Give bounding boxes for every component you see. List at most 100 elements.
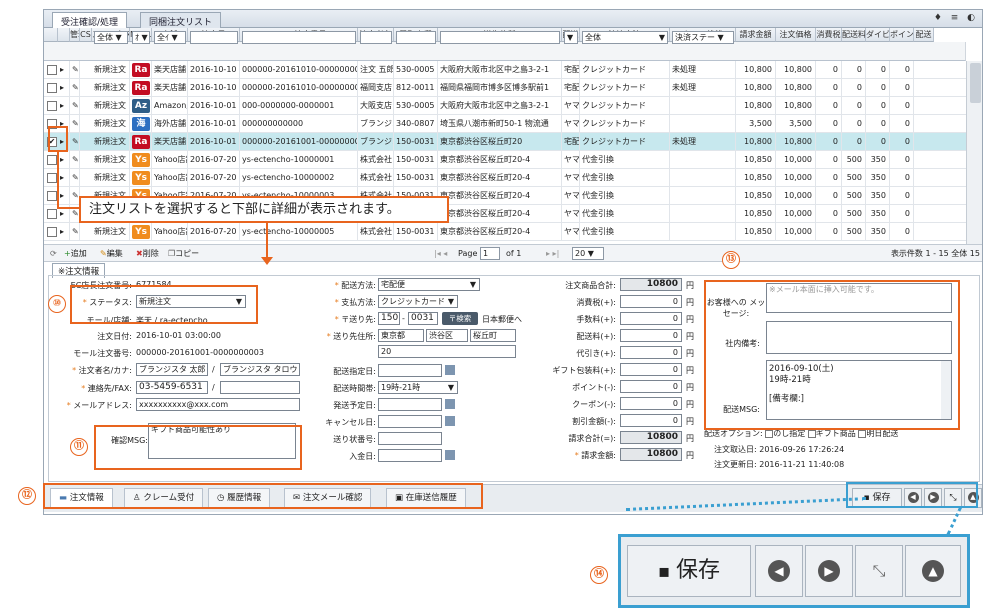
filter-input[interactable]: 決済ステー ▼ — [672, 31, 734, 44]
sum-input[interactable]: 0 — [620, 329, 682, 342]
zip2-input[interactable]: 0031 — [408, 312, 438, 325]
edit-row-icon[interactable]: ✎ — [70, 151, 80, 169]
tab-order-confirm[interactable]: 受注確認/処理 — [52, 12, 128, 28]
edit-row-icon[interactable]: ✎ — [70, 61, 80, 79]
filter-input[interactable]: 全体 ▼ — [582, 31, 668, 44]
row-checkbox[interactable] — [47, 209, 57, 219]
add-button[interactable]: +追加 — [64, 245, 87, 262]
calendar-icon[interactable] — [445, 450, 455, 460]
column-header[interactable]: ポイン — [890, 28, 914, 42]
name-input[interactable]: ブランジスタ 太郎 — [136, 363, 208, 376]
page-input[interactable]: 1 — [480, 247, 500, 260]
filter-input[interactable]: 全体 ▼ — [94, 31, 128, 44]
table-row[interactable]: ▸✎ 新規注文YsYahoo店舗2016-07-20ys-ectencho-100… — [44, 169, 966, 187]
vertical-scrollbar[interactable] — [966, 61, 982, 244]
expand-arrow-icon[interactable]: ▸ — [58, 97, 70, 115]
zoom-save-button[interactable]: ▪ 保存 — [627, 545, 751, 597]
option-checkbox[interactable] — [765, 429, 774, 438]
calendar-icon[interactable] — [445, 365, 455, 375]
slip-no-input[interactable] — [378, 432, 442, 445]
ship-method-select[interactable]: 宅配便 ▼ — [378, 278, 480, 291]
row-checkbox[interactable] — [47, 65, 57, 75]
pay-select[interactable]: クレジットカード ▼ — [378, 295, 458, 308]
edit-row-icon[interactable]: ✎ — [70, 97, 80, 115]
column-header[interactable]: CS — [80, 28, 92, 42]
copy-button[interactable]: ❐コピー — [168, 245, 199, 262]
edit-row-icon[interactable]: ✎ — [70, 115, 80, 133]
filter-input[interactable] — [360, 31, 392, 44]
row-checkbox[interactable] — [47, 191, 57, 201]
plan-date-input[interactable] — [378, 398, 442, 411]
row-checkbox[interactable] — [47, 227, 57, 237]
tab-bundled-orders[interactable]: 同梱注文リスト — [140, 12, 222, 28]
filter-input[interactable]: ▼ — [564, 31, 578, 44]
filter-input[interactable] — [242, 31, 356, 44]
filter-input[interactable]: ｵ ▼ — [132, 31, 150, 44]
expand-arrow-icon[interactable]: ▸ — [58, 169, 70, 187]
table-row[interactable]: ▸✎ 新規注文YsYahoo店舗2016-07-20ys-ectencho-100… — [44, 151, 966, 169]
table-row[interactable]: ▸✎ 新規注文YsYahoo店舗2016-07-20ys-ectencho-100… — [44, 223, 966, 241]
edit-row-icon[interactable]: ✎ — [70, 133, 80, 151]
expand-arrow-icon[interactable]: ▸ — [58, 61, 70, 79]
filter-input[interactable] — [440, 31, 560, 44]
expand-arrow-icon[interactable]: ▸ — [58, 223, 70, 241]
zoom-expand-button[interactable]: ⤡ — [855, 545, 903, 597]
sum-input[interactable]: 0 — [620, 312, 682, 325]
addr3-input[interactable]: 桜丘町 — [470, 329, 516, 342]
edit-row-icon[interactable]: ✎ — [70, 169, 80, 187]
addr1-input[interactable]: 東京都 — [378, 329, 424, 342]
sum-input[interactable]: 0 — [620, 414, 682, 427]
row-checkbox[interactable] — [47, 101, 57, 111]
table-row[interactable]: ▸ ✎ 新規注文 Ra 楽天店舗 2016-10-10 000000-20161010-00… — [44, 79, 966, 97]
sum-input[interactable]: 0 — [620, 346, 682, 359]
column-header[interactable]: 配送 — [914, 28, 934, 42]
mail-input[interactable]: xxxxxxxxxx@xxx.com — [136, 398, 300, 411]
kana-input[interactable]: ブランジスタ タロウ — [220, 363, 300, 376]
tel-input[interactable]: 03-5459-6531 — [136, 381, 208, 394]
scroll-thumb[interactable] — [970, 63, 981, 103]
fax-input[interactable] — [220, 381, 300, 394]
table-row[interactable]: ✔ ▸ ✎ 新規注文 Ra 楽天店舗 2016-10-01 000000-20161001-0… — [44, 133, 966, 151]
sum-input[interactable]: 0 — [620, 363, 682, 376]
row-checkbox[interactable] — [47, 83, 57, 93]
table-row[interactable]: ▸✎ 新規注文AzAmazon店舗2016-10-01000-0000000-00… — [44, 97, 966, 115]
refresh-icon[interactable]: ⟳ — [50, 245, 57, 262]
column-header[interactable]: 請求金額 — [736, 28, 776, 42]
japan-post-link[interactable]: 日本郵便へ — [482, 314, 522, 325]
table-row[interactable]: ▸✎新規注文海海外店舗2016-10-01000000000000ブランジスタ3… — [44, 115, 966, 133]
expand-arrow-icon[interactable]: ▸ — [58, 79, 70, 97]
column-header[interactable]: 管理 — [70, 28, 80, 42]
filter-input[interactable] — [190, 31, 238, 44]
window-controls-icon[interactable]: ♦ ≡ ◐ — [934, 13, 978, 23]
edit-button[interactable]: ✎編集 — [100, 245, 123, 262]
first-prev-page-icon[interactable]: |◂ ◂ — [434, 245, 447, 262]
addr4-input[interactable]: 20 — [378, 345, 516, 358]
column-header[interactable] — [44, 28, 58, 42]
sum-input[interactable]: 0 — [620, 397, 682, 410]
cancel-date-input[interactable] — [378, 415, 442, 428]
zoom-up-button[interactable]: ▲ — [905, 545, 961, 597]
column-header[interactable]: ダイビ — [866, 28, 890, 42]
calendar-icon[interactable] — [445, 399, 455, 409]
sum-input[interactable]: 0 — [620, 295, 682, 308]
edit-row-icon[interactable]: ✎ — [70, 79, 80, 97]
column-header[interactable]: 消費税 — [816, 28, 842, 42]
expand-arrow-icon[interactable]: ▸ — [58, 187, 70, 205]
table-row[interactable]: ▸ ✎ 新規注文 Ra 楽天店舗 2016-10-10 000000-20161010-00… — [44, 61, 966, 79]
pay-date-input[interactable] — [378, 449, 442, 462]
column-header[interactable] — [58, 28, 70, 42]
zip1-input[interactable]: 150 — [378, 312, 400, 325]
column-header[interactable]: 注文価格 — [776, 28, 816, 42]
filter-input[interactable]: 全ｲ ▼ — [154, 31, 186, 44]
sum-input[interactable]: 0 — [620, 380, 682, 393]
column-header[interactable]: 配送料 — [842, 28, 866, 42]
ship-time-select[interactable]: 19時-21時 ▼ — [378, 381, 458, 394]
ship-date-input[interactable] — [378, 364, 442, 377]
option-checkbox[interactable] — [807, 429, 816, 438]
edit-row-icon[interactable]: ✎ — [70, 223, 80, 241]
addr2-input[interactable]: 渋谷区 — [426, 329, 468, 342]
zoom-prev-button[interactable]: ◀ — [755, 545, 803, 597]
zoom-next-button[interactable]: ▶ — [805, 545, 853, 597]
zip-search-button[interactable]: 〒検索 — [442, 312, 478, 325]
calendar-icon[interactable] — [445, 416, 455, 426]
